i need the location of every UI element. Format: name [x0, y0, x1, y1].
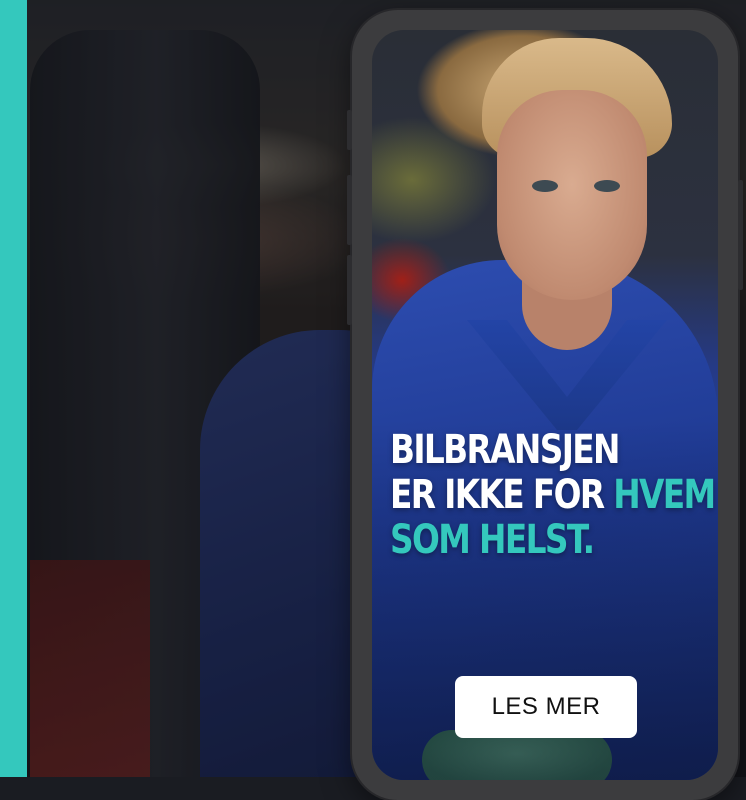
phone-screen: BILBRANSJEN ER IKKE FOR HVEM SOM HELST. LE…	[372, 30, 718, 780]
right-eye	[594, 180, 620, 192]
phone-power-button	[738, 180, 743, 290]
accent-bar	[0, 0, 27, 777]
phone-volume-down-button	[347, 255, 352, 325]
headline-highlight-1: HVEM	[613, 472, 716, 518]
headline: BILBRANSJEN ER IKKE FOR HVEM SOM HELST.	[390, 427, 716, 563]
les-mer-button[interactable]: LES MER	[455, 676, 637, 738]
top-strip	[27, 0, 746, 4]
face	[497, 90, 647, 300]
phone-side-button	[347, 110, 352, 150]
phone-mockup: BILBRANSJEN ER IKKE FOR HVEM SOM HELST. LE…	[347, 10, 743, 800]
left-eye	[532, 180, 558, 192]
phone-volume-up-button	[347, 175, 352, 245]
headline-line-1: BILBRANSJEN	[390, 427, 620, 473]
headline-line-2: ER IKKE FOR	[390, 472, 614, 518]
headline-highlight-2: SOM HELST.	[390, 517, 595, 563]
